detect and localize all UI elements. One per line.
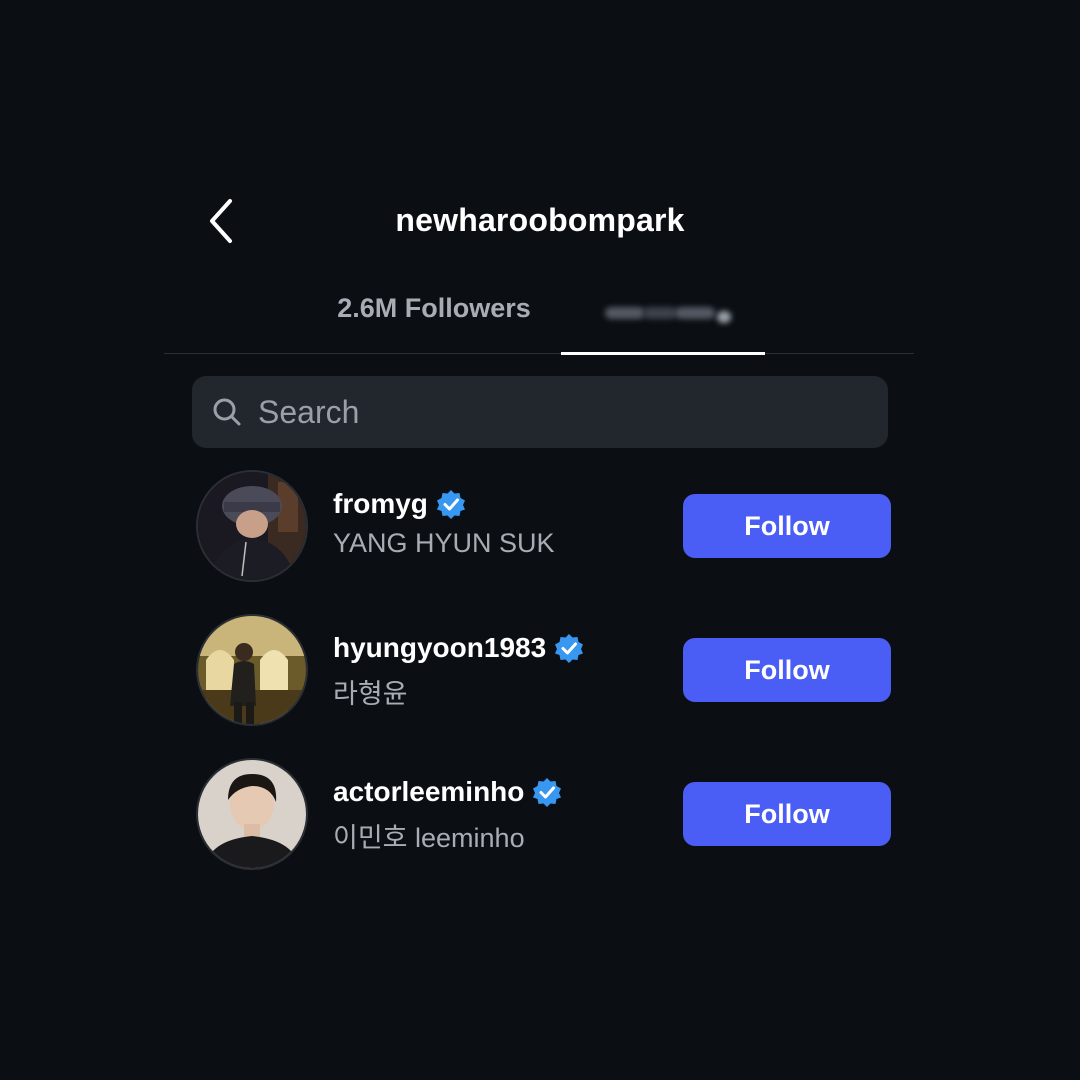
avatar[interactable] [196,470,308,582]
tab-following-label-obscured [583,293,743,327]
full-name: 라형윤 [333,679,408,709]
follow-button[interactable]: Follow [683,638,891,702]
tab-followers[interactable]: 2.6M Followers [314,285,554,353]
tab-following[interactable] [561,285,765,353]
follow-button[interactable]: Follow [683,782,891,846]
following-screen: newharoobompark 2.6M Followers Search fr… [0,0,1080,1080]
search-input[interactable] [258,393,818,431]
tab-bar: 2.6M Followers [164,285,914,355]
full-name: YANG HYUN SUK [333,528,555,558]
avatar[interactable] [196,614,308,726]
username[interactable]: hyungyoon1983 [333,632,546,664]
username[interactable]: actorleeminho [333,776,524,808]
follow-button[interactable]: Follow [683,494,891,558]
avatar[interactable] [196,758,308,870]
search-icon [213,398,241,426]
tab-followers-label: 2.6M Followers [337,293,531,323]
list-item[interactable]: fromyg YANG HYUN SUK Follow [196,468,896,612]
list-item[interactable]: actorleeminho 이민호 leeminho Follow [196,756,896,900]
header: newharoobompark [0,190,1080,254]
active-tab-indicator [561,352,765,355]
search-bar[interactable] [192,376,888,448]
username[interactable]: fromyg [333,488,428,520]
user-list: fromyg YANG HYUN SUK Follow hyungyoon198… [196,468,896,900]
verified-badge-icon [436,490,465,519]
verified-badge-icon [555,634,584,663]
list-item[interactable]: hyungyoon1983 라형윤 Follow [196,612,896,756]
verified-badge-icon [533,778,562,807]
page-title: newharoobompark [395,202,685,238]
full-name: 이민호 leeminho [333,823,525,853]
